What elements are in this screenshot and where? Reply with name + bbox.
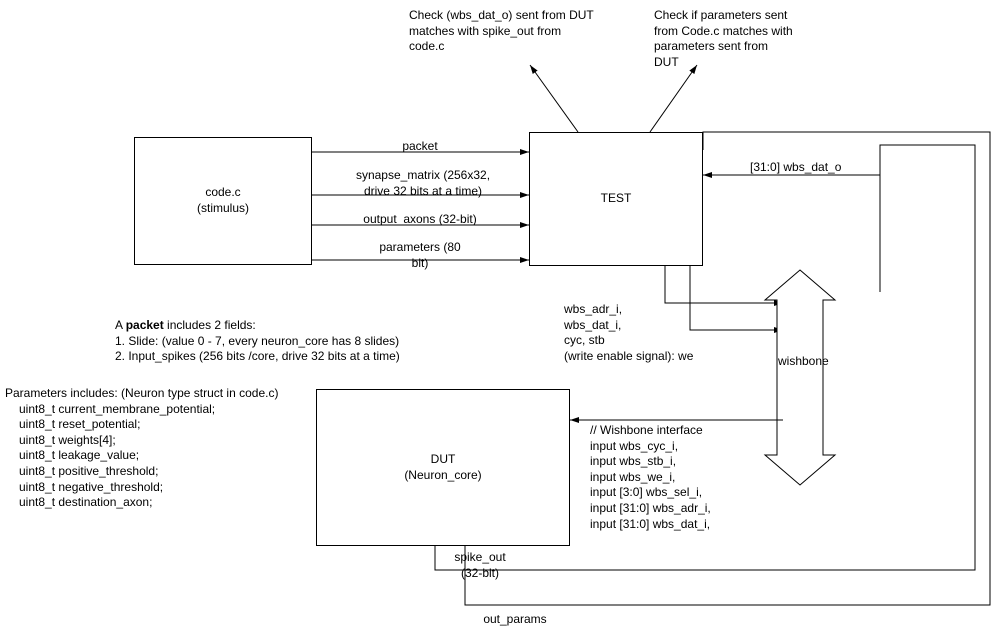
label-output-axons: output_axons (32-bit) [350,212,490,228]
label-out-params: out_params [470,612,560,628]
label-packet: packet [360,139,480,155]
label-spike-out: spike_out (32-bit) [440,550,520,581]
params-l2: uint8_t reset_potential; [19,417,305,433]
check-right-note: Check if parameters sent from Code.c mat… [654,8,834,70]
label-signals-out: wbs_adr_i, wbs_dat_i, cyc, stb (write en… [564,302,693,364]
check-left-note: Check (wbs_dat_o) sent from DUT matches … [409,8,629,55]
codec-sub: (stimulus) [197,201,249,217]
params-l5: uint8_t positive_threshold; [19,464,305,480]
params-l3: uint8_t weights[4]; [19,433,305,449]
packet-note: A packet includes 2 fields: 1. Slide: (v… [115,318,515,365]
params-l7: uint8_t destination_axon; [19,495,305,511]
codec-title: code.c [205,185,240,201]
params-title: Parameters includes: (Neuron type struct… [5,386,305,402]
dut-box: DUT (Neuron_core) [316,389,570,546]
label-wishbone-iface: // Wishbone interface input wbs_cyc_i, i… [590,423,711,532]
dut-title: DUT [431,452,456,468]
diagram-root: code.c (stimulus) TEST DUT (Neuron_core) [0,0,999,634]
label-parameters: parameters (80 bit) [360,240,480,271]
packet-note-suffix: includes 2 fields: [164,318,256,332]
params-l6: uint8_t negative_threshold; [19,480,305,496]
packet-note-prefix: A [115,318,126,332]
params-l4: uint8_t leakage_value; [19,448,305,464]
dut-sub: (Neuron_core) [404,468,481,484]
label-wbs-dat-o: [31:0] wbs_dat_o [750,160,841,176]
label-synapse-matrix: synapse_matrix (256x32, drive 32 bits at… [338,168,508,199]
packet-note-bold: packet [126,318,164,332]
test-box: TEST [529,132,703,266]
params-note: Parameters includes: (Neuron type struct… [5,386,305,511]
test-title: TEST [601,191,632,207]
label-wishbone: wishbone [778,354,822,370]
codec-box: code.c (stimulus) [134,137,312,265]
packet-note-l2: 2. Input_spikes (256 bits /core, drive 3… [115,349,400,363]
params-l1: uint8_t current_membrane_potential; [19,402,305,418]
packet-note-l1: 1. Slide: (value 0 - 7, every neuron_cor… [115,334,399,348]
